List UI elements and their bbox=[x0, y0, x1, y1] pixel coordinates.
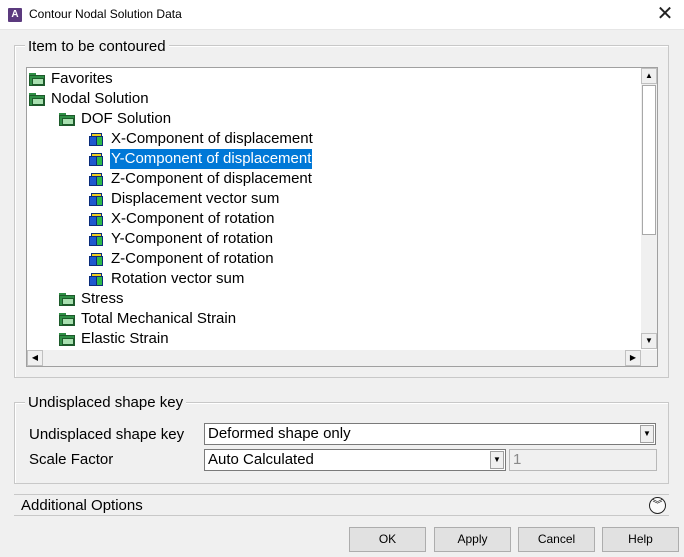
scale-factor-label: Scale Factor bbox=[29, 451, 114, 468]
cancel-button[interactable]: Cancel bbox=[518, 527, 595, 552]
scroll-thumb[interactable] bbox=[642, 85, 656, 235]
tree-item[interactable]: Z-Component of rotation bbox=[89, 249, 275, 269]
tree-item-label: Favorites bbox=[51, 70, 113, 87]
folder-open-icon bbox=[29, 92, 45, 106]
window-title: Contour Nodal Solution Data bbox=[29, 7, 182, 21]
tree-item[interactable]: Total Mechanical Strain bbox=[59, 309, 237, 329]
chevron-down-icon[interactable]: ▼ bbox=[640, 425, 654, 443]
help-button[interactable]: Help bbox=[602, 527, 679, 552]
tree-item-label: Displacement vector sum bbox=[111, 190, 280, 207]
additional-options-label: Additional Options bbox=[21, 497, 143, 514]
apply-button[interactable]: Apply bbox=[434, 527, 511, 552]
tree-horizontal-scrollbar[interactable]: ◀ ▶ bbox=[27, 350, 641, 366]
cube-icon bbox=[89, 152, 105, 166]
close-button[interactable]: ✕ bbox=[652, 2, 678, 28]
tree-vertical-scrollbar[interactable]: ▲ ▼ bbox=[641, 68, 657, 349]
tree-item-label: Y-Component of rotation bbox=[111, 230, 274, 247]
cube-icon bbox=[89, 192, 105, 206]
cube-icon bbox=[89, 232, 105, 246]
folder-closed-icon bbox=[29, 72, 45, 86]
additional-options-bar[interactable]: Additional Options ︾ bbox=[14, 494, 669, 516]
tree-item-label: Z-Component of displacement bbox=[111, 170, 312, 187]
scale-factor-value: Auto Calculated bbox=[208, 451, 314, 468]
folder-closed-icon bbox=[59, 292, 75, 306]
scroll-up-button[interactable]: ▲ bbox=[641, 68, 657, 84]
tree-item-label: X-Component of rotation bbox=[111, 210, 275, 227]
tree-item[interactable]: Elastic Strain bbox=[59, 329, 170, 349]
scale-factor-select[interactable]: Auto Calculated ▼ bbox=[204, 449, 506, 471]
undisplaced-shape-select[interactable]: Deformed shape only ▼ bbox=[204, 423, 656, 445]
tree-item[interactable]: DOF Solution bbox=[59, 109, 172, 129]
tree-item-label: Y-Component of displacement bbox=[108, 148, 314, 170]
cube-icon bbox=[89, 132, 105, 146]
app-logo-icon: A bbox=[8, 8, 22, 22]
cube-icon bbox=[89, 212, 105, 226]
tree-item-label: Nodal Solution bbox=[51, 90, 149, 107]
tree-item[interactable]: Y-Component of rotation bbox=[89, 229, 274, 249]
undisplaced-shape-label: Undisplaced shape key bbox=[29, 426, 185, 443]
tree-item[interactable]: Displacement vector sum bbox=[89, 189, 280, 209]
tree-item[interactable]: Favorites bbox=[29, 69, 114, 89]
tree-item-label: Total Mechanical Strain bbox=[81, 310, 237, 327]
tree-item-label: Rotation vector sum bbox=[111, 270, 245, 287]
scrollbar-corner bbox=[641, 350, 657, 366]
tree-item[interactable]: Z-Component of displacement bbox=[89, 169, 313, 189]
tree-item-label: Stress bbox=[81, 290, 124, 307]
tree-item-label: X-Component of displacement bbox=[111, 130, 313, 147]
tree-item-label: Elastic Strain bbox=[81, 330, 169, 347]
cube-icon bbox=[89, 252, 105, 266]
tree-item-label: Z-Component of rotation bbox=[111, 250, 274, 267]
cube-icon bbox=[89, 272, 105, 286]
scroll-left-button[interactable]: ◀ bbox=[27, 350, 43, 366]
title-bar: A Contour Nodal Solution Data ✕ bbox=[0, 0, 684, 30]
scroll-right-button[interactable]: ▶ bbox=[625, 350, 641, 366]
tree-item-label: DOF Solution bbox=[81, 110, 172, 127]
tree-item[interactable]: X-Component of rotation bbox=[89, 209, 275, 229]
tree-item[interactable]: X-Component of displacement bbox=[89, 129, 314, 149]
folder-open-icon bbox=[59, 112, 75, 126]
tree-item[interactable]: Y-Component of displacement bbox=[89, 148, 314, 170]
scroll-down-button[interactable]: ▼ bbox=[641, 333, 657, 349]
folder-closed-icon bbox=[59, 332, 75, 346]
ok-button[interactable]: OK bbox=[349, 527, 426, 552]
tree-item[interactable]: Stress bbox=[59, 289, 125, 309]
chevron-down-icon[interactable]: ▼ bbox=[490, 451, 504, 469]
folder-closed-icon bbox=[59, 312, 75, 326]
shape-group-legend: Undisplaced shape key bbox=[25, 394, 187, 411]
expand-chevron-icon[interactable]: ︾ bbox=[649, 497, 666, 514]
undisplaced-shape-value: Deformed shape only bbox=[208, 425, 351, 442]
cube-icon bbox=[89, 172, 105, 186]
tree-item[interactable]: Rotation vector sum bbox=[89, 269, 245, 289]
scale-factor-input[interactable]: 1 bbox=[509, 449, 657, 471]
item-group-legend: Item to be contoured bbox=[25, 38, 169, 55]
solution-tree[interactable]: Favorites Nodal Solution DOF Solution X-Com… bbox=[26, 67, 658, 367]
tree-item[interactable]: Nodal Solution bbox=[29, 89, 150, 109]
